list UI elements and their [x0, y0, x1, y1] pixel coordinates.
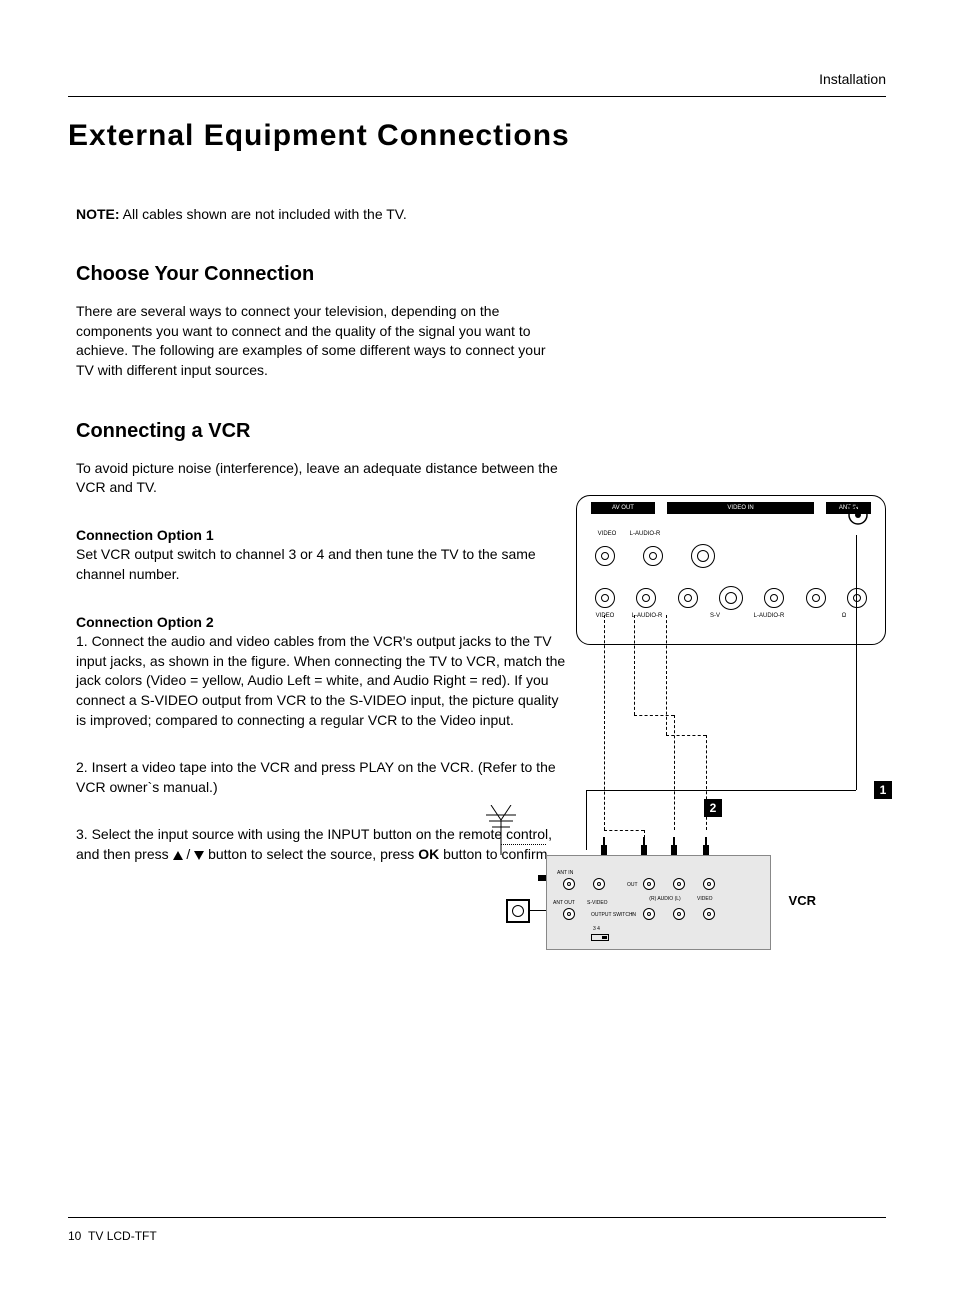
vcr-output-switch: [591, 934, 609, 941]
vcr-switch-lbl: OUTPUT SWITCH: [591, 912, 633, 919]
lbl-video-top: VIDEO: [587, 530, 627, 538]
opt1-body: Set VCR output switch to channel 3 or 4 …: [76, 545, 566, 584]
vcr-out-l: [673, 878, 685, 890]
cable-ant-h: [586, 790, 856, 791]
vcr-out-v: [703, 878, 715, 890]
vcr-raudiol-lbl: (R) AUDIO (L): [643, 896, 687, 903]
vcr-in-r: [643, 908, 655, 920]
av-out-audio-l-jack: [643, 546, 663, 566]
lbl-sv: S-V: [695, 612, 735, 620]
av-out-audio-r-jack: [691, 544, 715, 568]
vcr-in-l: [673, 908, 685, 920]
plug-audio-l: [669, 835, 679, 857]
in-audio-r-jack: [678, 588, 698, 608]
opt2-step2: 2. Insert a video tape into the VCR and …: [76, 758, 566, 797]
cable-audio-r: [666, 615, 667, 735]
vcr-antin-jack: [563, 878, 575, 890]
vcr-out-lbl: OUT: [627, 882, 638, 889]
lbl-video-bot: VIDEO: [585, 612, 625, 620]
in2-audio-r-jack: [806, 588, 826, 608]
lbl-laudior-top: L-AUDIO-R: [625, 530, 665, 538]
footer-model: TV LCD-TFT: [88, 1229, 157, 1243]
vcr-box: ANT IN ANT OUT S-VIDEO OUTPUT SWITCH 3 4…: [546, 855, 771, 950]
plug-audio-r: [639, 835, 649, 857]
header-section-label: Installation: [68, 70, 886, 90]
port-label-bar: AV OUT VIDEO IN ANT IN: [591, 502, 871, 514]
cable-v1: [674, 715, 675, 830]
ant-in-icon: [845, 502, 871, 528]
vcr-svideo-jack: [593, 878, 605, 890]
vcr-antin-lbl: ANT IN: [557, 870, 573, 877]
step3-ok: OK: [418, 846, 439, 862]
vcr-in-v: [703, 908, 715, 920]
port-avout-label: AV OUT: [591, 502, 655, 514]
vcr-vid-lbl: VIDEO: [697, 896, 713, 903]
footer-text: 10 TV LCD-TFT: [68, 1229, 157, 1243]
lbl-laudior-bot: L-AUDIO-R: [627, 612, 667, 620]
av-out-video-jack: [595, 546, 615, 566]
note-text: All cables shown are not included with t…: [120, 206, 407, 222]
in-video-jack: [595, 588, 615, 608]
cable-h3: [604, 830, 644, 831]
cable-ant: [856, 535, 857, 790]
vcr-out-r: [643, 878, 655, 890]
cable-audio-l: [634, 615, 635, 715]
cable-h2: [666, 735, 706, 736]
cable-ant-v: [586, 790, 587, 850]
wall-plate-icon: [506, 899, 530, 923]
note-line: NOTE: All cables shown are not included …: [76, 205, 886, 225]
header-rule: [68, 96, 886, 97]
vcr-intro: To avoid picture noise (interference), l…: [76, 459, 566, 498]
page-number: 10: [68, 1229, 81, 1243]
note-label: NOTE:: [76, 206, 120, 222]
page-title: External Equipment Connections: [68, 115, 886, 157]
vcr-antout-lbl: ANT OUT: [553, 900, 575, 907]
vcr-heading: Connecting a VCR: [76, 417, 886, 445]
plug-video: [701, 835, 711, 857]
down-arrow-icon: [194, 851, 204, 860]
in2-audio-l-jack: [764, 588, 784, 608]
opt2-step1: 1. Connect the audio and video cables fr…: [76, 632, 566, 730]
page-footer: 10 TV LCD-TFT: [68, 1217, 886, 1246]
connection-diagram: AV OUT VIDEO IN ANT IN VIDEO L-AUDIO-R V…: [546, 495, 886, 955]
vcr-switch34: 3 4: [593, 926, 600, 933]
plug-svideo: [599, 835, 609, 857]
vcr-svideo-lbl: S-VIDEO: [587, 900, 608, 907]
cable-v2: [706, 735, 707, 830]
cable-video: [604, 615, 605, 830]
tv-back-panel: AV OUT VIDEO IN ANT IN VIDEO L-AUDIO-R V…: [576, 495, 886, 645]
choose-body: There are several ways to connect your t…: [76, 302, 566, 380]
in-svideo-jack: [719, 586, 743, 610]
lbl-headphone: Ω: [837, 612, 851, 620]
marker-1: 1: [874, 781, 892, 799]
lbl-laudior-bot2: L-AUDIO-R: [749, 612, 789, 620]
antenna-cable: [501, 844, 546, 845]
vcr-label: VCR: [789, 892, 816, 910]
vcr-antout-jack: [563, 908, 575, 920]
cable-h1: [634, 715, 674, 716]
choose-heading: Choose Your Connection: [76, 260, 886, 288]
jack-row-bottom: [595, 586, 867, 610]
jack-row-top: [595, 544, 715, 568]
footer-rule: [68, 1217, 886, 1218]
antenna-icon: [481, 805, 521, 855]
step3-text-b: button to select the source, press: [204, 846, 418, 862]
port-videoin-label: VIDEO IN: [667, 502, 814, 514]
up-arrow-icon: [173, 851, 183, 860]
in-audio-l-jack: [636, 588, 656, 608]
vcr-in-lbl: IN: [631, 912, 636, 919]
